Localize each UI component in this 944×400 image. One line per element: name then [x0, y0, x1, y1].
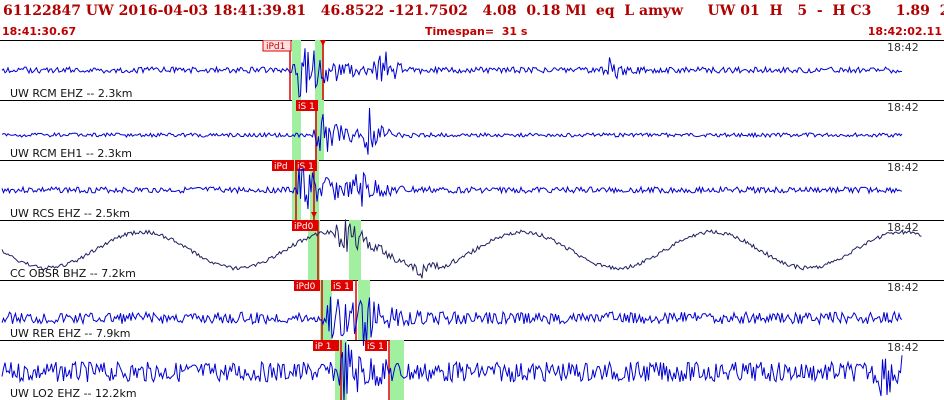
- waveform-trace: [1, 296, 903, 346]
- pick-label: iS 1: [333, 282, 350, 292]
- panel-time-mark: 18:42: [887, 281, 919, 294]
- panel-time-mark: 18:42: [887, 341, 919, 354]
- trace-panel-5[interactable]: iPd0 iS 1 18:42 UW RER EHZ -- 7.9km: [0, 280, 944, 346]
- trace-panel-6[interactable]: iP 1 iS 1 18:42 UW LO2 EHZ -- 12.2km: [1, 340, 919, 400]
- station-label: UW RCM EHZ -- 2.3km: [10, 87, 132, 100]
- pick-window: [390, 340, 404, 400]
- window-end-time: 18:42:02.11: [867, 25, 942, 38]
- pick-label: iPd: [274, 162, 288, 172]
- panel-time-mark: 18:42: [887, 101, 919, 114]
- pick-label: iPd0: [294, 222, 314, 232]
- waveform-trace: [1, 167, 903, 210]
- trace-panel-2[interactable]: iS 1 18:42 UW RCM EH1 -- 2.3km: [0, 100, 944, 161]
- station-label: UW RCM EH1 -- 2.3km: [10, 147, 132, 160]
- pick-window: [292, 40, 301, 100]
- panel-time-mark: 18:42: [887, 41, 919, 54]
- waveform-trace: [1, 219, 922, 279]
- pick-label: iS 1: [298, 102, 315, 112]
- station-label: UW RER EHZ -- 7.9km: [10, 327, 130, 340]
- event-header: 61122847 UW 2016-04-03 18:41:39.81 46.85…: [0, 0, 944, 40]
- waveform-trace: [1, 342, 903, 400]
- pick-label: iP 1: [315, 342, 332, 352]
- station-label: CC OBSR BHZ -- 7.2km: [10, 267, 136, 280]
- timespan-label: Timespan= 31 s: [425, 25, 528, 38]
- station-label: UW RCS EHZ -- 2.5km: [10, 207, 130, 220]
- trace-panel-4[interactable]: iPd0 18:42 CC OBSR BHZ -- 7.2km: [0, 219, 944, 281]
- station-label: UW LO2 EHZ -- 12.2km: [10, 387, 137, 400]
- window-start-time: 18:41:30.67: [2, 25, 77, 38]
- panel-time-mark: 18:42: [887, 161, 919, 174]
- seismogram-traces[interactable]: iPd1 18:42 UW RCM EHZ -- 2.3km iS 1 18:4…: [0, 40, 944, 400]
- pick-label: iPd1: [266, 42, 285, 52]
- pick-label: iPd0: [296, 282, 316, 292]
- pick-label: iS 1: [367, 342, 384, 352]
- waveform-trace: [1, 107, 903, 155]
- event-summary-line: 61122847 UW 2016-04-03 18:41:39.81 46.85…: [3, 3, 944, 19]
- waveform-trace: [1, 48, 903, 98]
- trace-panel-3[interactable]: iPd iS 1 18:42 UW RCS EHZ -- 2.5km: [0, 160, 944, 221]
- panel-time-mark: 18:42: [887, 221, 919, 234]
- trace-panel-1[interactable]: iPd1 18:42 UW RCM EHZ -- 2.3km: [0, 40, 944, 101]
